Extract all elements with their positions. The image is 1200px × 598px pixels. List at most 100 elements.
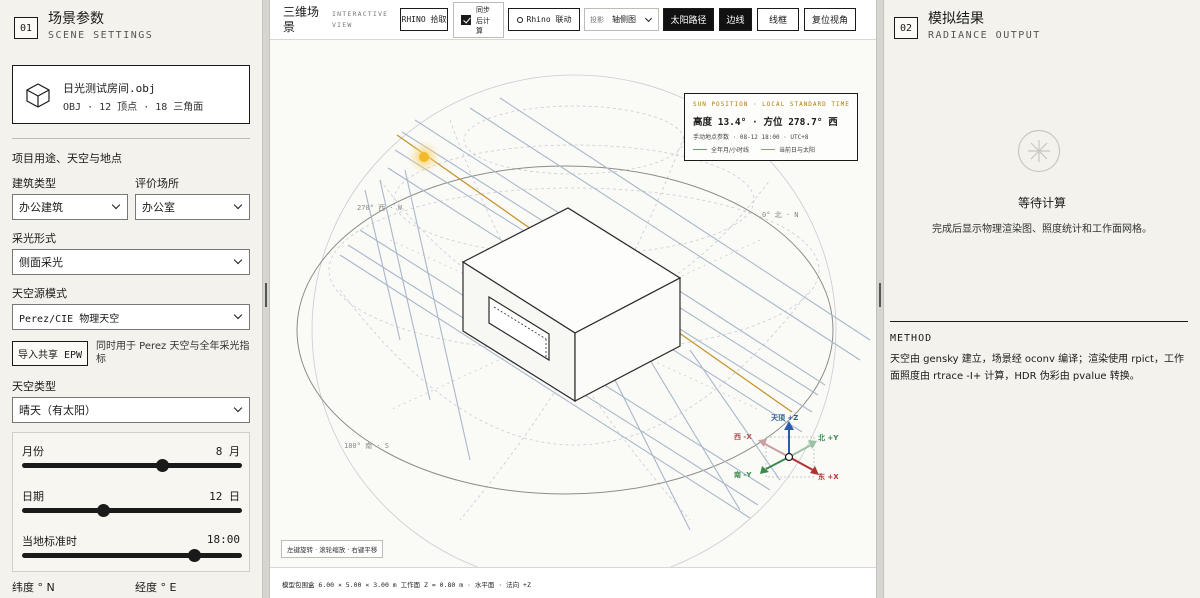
slider-thumb[interactable] — [155, 459, 169, 472]
status-dot-icon — [516, 16, 523, 23]
legend-key-annual: 全年月/小时线 — [693, 145, 749, 154]
building-type-label: 建筑类型 — [12, 177, 56, 190]
panel-subtitle: RADIANCE OUTPUT — [928, 30, 1041, 41]
model-file-card[interactable]: 日光测试房间.obj OBJ · 12 顶点 · 18 三角面 — [12, 65, 250, 124]
scene-settings-panel: 01 场景参数 SCENE SETTINGS 日光测试房间.obj OBJ · … — [0, 0, 262, 598]
sky-source-select[interactable]: Perez/CIE 物理天空 — [12, 304, 250, 330]
month-slider[interactable] — [22, 459, 242, 472]
file-meta: OBJ · 12 顶点 · 18 三角面 — [63, 102, 204, 113]
axis-zenith-label: 天顶 +Z — [771, 413, 798, 422]
time-slider[interactable] — [22, 549, 242, 562]
axis-north-label: 北 +Y — [818, 433, 839, 442]
building-type-value: 办公建筑 — [19, 201, 63, 214]
divider — [12, 138, 250, 139]
waiting-title: 等待计算 — [1017, 196, 1066, 210]
chevron-down-icon — [233, 255, 243, 265]
time-value: 18:00 — [206, 533, 240, 546]
rhino-link-label: Rhino 联动 — [526, 15, 572, 24]
reset-view-button[interactable]: 复位视角 — [804, 8, 856, 31]
axis-east-label: 东 +X — [818, 472, 839, 481]
epw-note: 同时用于 Perez 天空与全年采光指标 — [96, 341, 250, 365]
cube-icon — [26, 83, 50, 108]
chevron-down-icon — [644, 14, 653, 23]
latitude-label: 纬度 ° N — [12, 581, 55, 594]
chevron-down-icon — [233, 403, 243, 413]
legend-key-today: 当前日与太阳 — [761, 145, 815, 154]
sky-type-label: 天空类型 — [12, 380, 56, 393]
pending-sun-icon — [1017, 129, 1061, 173]
slider-thumb[interactable] — [96, 504, 110, 517]
method-header: METHOD — [890, 333, 933, 344]
compass-west-label: 270° 西 · W — [357, 204, 403, 212]
file-name: 日光测试房间.obj — [63, 82, 156, 95]
method-text: 天空由 gensky 建立，场景经 oconv 编译；渲染使用 rpict，工作… — [890, 354, 1184, 382]
sky-source-value: Perez/CIE 物理天空 — [19, 313, 120, 325]
viewport-toolbar: 三维场景 INTERACTIVE VIEW RHINO 拾取 同步后计算 Rhi… — [270, 0, 876, 40]
legend-swatch-today — [761, 148, 775, 151]
wireframe-toggle[interactable]: 线框 — [757, 8, 799, 31]
eval-place-select[interactable]: 办公室 — [135, 194, 250, 220]
sky-type-select[interactable]: 晴天（有太阳） — [12, 397, 250, 423]
grip-icon — [879, 283, 881, 307]
sun-path-toggle[interactable]: 太阳路径 — [663, 8, 714, 31]
3d-canvas[interactable]: 270° 西 · W 0° 北 · N 180° 南 · S 天顶 +Z 西 -… — [270, 40, 876, 586]
daylight-form-value: 侧面采光 — [19, 256, 63, 269]
legend-header: SUN POSITION · LOCAL STANDARD TIME — [693, 101, 850, 108]
viewport-panel: 三维场景 INTERACTIVE VIEW RHINO 拾取 同步后计算 Rhi… — [270, 0, 876, 598]
legend-swatch-annual — [693, 148, 707, 151]
date-time-sliders: 月份 8 月 日期 12 日 当地标准时 18:00 — [12, 432, 250, 572]
chevron-down-icon — [233, 310, 243, 320]
sky-type-value: 晴天（有太阳） — [19, 404, 96, 417]
rhino-link-button[interactable]: Rhino 联动 — [508, 8, 580, 31]
panel-title: 模拟结果 — [928, 11, 984, 27]
building-type-select[interactable]: 办公建筑 — [12, 194, 128, 220]
rhino-pick-button[interactable]: RHINO 拾取 — [400, 8, 448, 31]
chevron-down-icon — [233, 200, 243, 210]
chevron-down-icon — [111, 200, 121, 210]
slider-thumb[interactable] — [188, 549, 202, 562]
navigation-hint: 左键旋转 · 滚轮缩放 · 右键平移 — [281, 540, 384, 558]
right-resize-handle[interactable] — [876, 0, 884, 598]
axis-west-label: 西 -X — [734, 433, 752, 441]
projection-value: 轴侧图 — [612, 15, 636, 24]
axis-south-label: 南 -Y — [734, 470, 752, 479]
panel-number: 02 — [894, 17, 918, 39]
sync-checkbox[interactable] — [461, 15, 471, 25]
projection-label: 投影 — [590, 15, 604, 24]
time-label: 当地标准时 — [22, 535, 77, 548]
sky-source-label: 天空源模式 — [12, 287, 67, 300]
month-label: 月份 — [22, 445, 44, 458]
grip-icon — [265, 283, 267, 307]
waiting-subtitle: 完成后显示物理渲染图、照度统计和工作面网格。 — [932, 224, 1152, 235]
legend-key-annual-label: 全年月/小时线 — [711, 147, 750, 154]
legend-sub: 手动地点参数 · 08-12 18:00 · UTC+8 — [693, 134, 809, 141]
eval-place-label: 评价场所 — [135, 177, 179, 190]
day-slider[interactable] — [22, 504, 242, 517]
left-resize-handle[interactable] — [262, 0, 270, 598]
viewport-title: 三维场景 — [283, 5, 320, 34]
axis-gizmo: 天顶 +Z 西 -X 北 +Y 南 -Y 东 +X — [734, 413, 839, 481]
sun-position-legend: SUN POSITION · LOCAL STANDARD TIME 高度 13… — [684, 93, 858, 161]
compass-north-label: 0° 北 · N — [762, 211, 799, 219]
legend-key-today-label: 当前日与太阳 — [779, 147, 816, 154]
status-bar: 模型包围盒 6.00 × 5.00 × 3.00 m 工作面 Z = 0.80 … — [270, 567, 876, 598]
status-text: 模型包围盒 6.00 × 5.00 × 3.00 m 工作面 Z = 0.80 … — [282, 581, 531, 589]
projection-select[interactable]: 投影 轴侧图 — [584, 8, 659, 31]
longitude-label: 经度 ° E — [135, 581, 177, 594]
sync-label: 同步后计算 — [476, 6, 490, 35]
eval-place-value: 办公室 — [142, 201, 175, 214]
day-label: 日期 — [22, 490, 44, 503]
daylight-form-label: 采光形式 — [12, 232, 56, 245]
legend-sun-position: 高度 13.4° · 方位 278.7° 西 — [693, 117, 838, 128]
sun-core — [419, 152, 429, 162]
daylight-form-select[interactable]: 侧面采光 — [12, 249, 250, 275]
compass-south-label: 180° 南 · S — [344, 441, 389, 450]
panel-title: 场景参数 — [48, 11, 104, 27]
radiance-output-panel: 02 模拟结果 RADIANCE OUTPUT 等待计算 完成后显示物理渲染图、… — [884, 0, 1200, 598]
edges-toggle[interactable]: 边线 — [719, 8, 752, 31]
import-epw-button[interactable]: 导入共享 EPW — [12, 341, 88, 366]
section-title: 项目用途、天空与地点 — [12, 152, 122, 165]
panel-subtitle: SCENE SETTINGS — [48, 30, 154, 41]
panel-number: 01 — [14, 17, 38, 39]
sync-toggle[interactable]: 同步后计算 — [453, 2, 504, 38]
